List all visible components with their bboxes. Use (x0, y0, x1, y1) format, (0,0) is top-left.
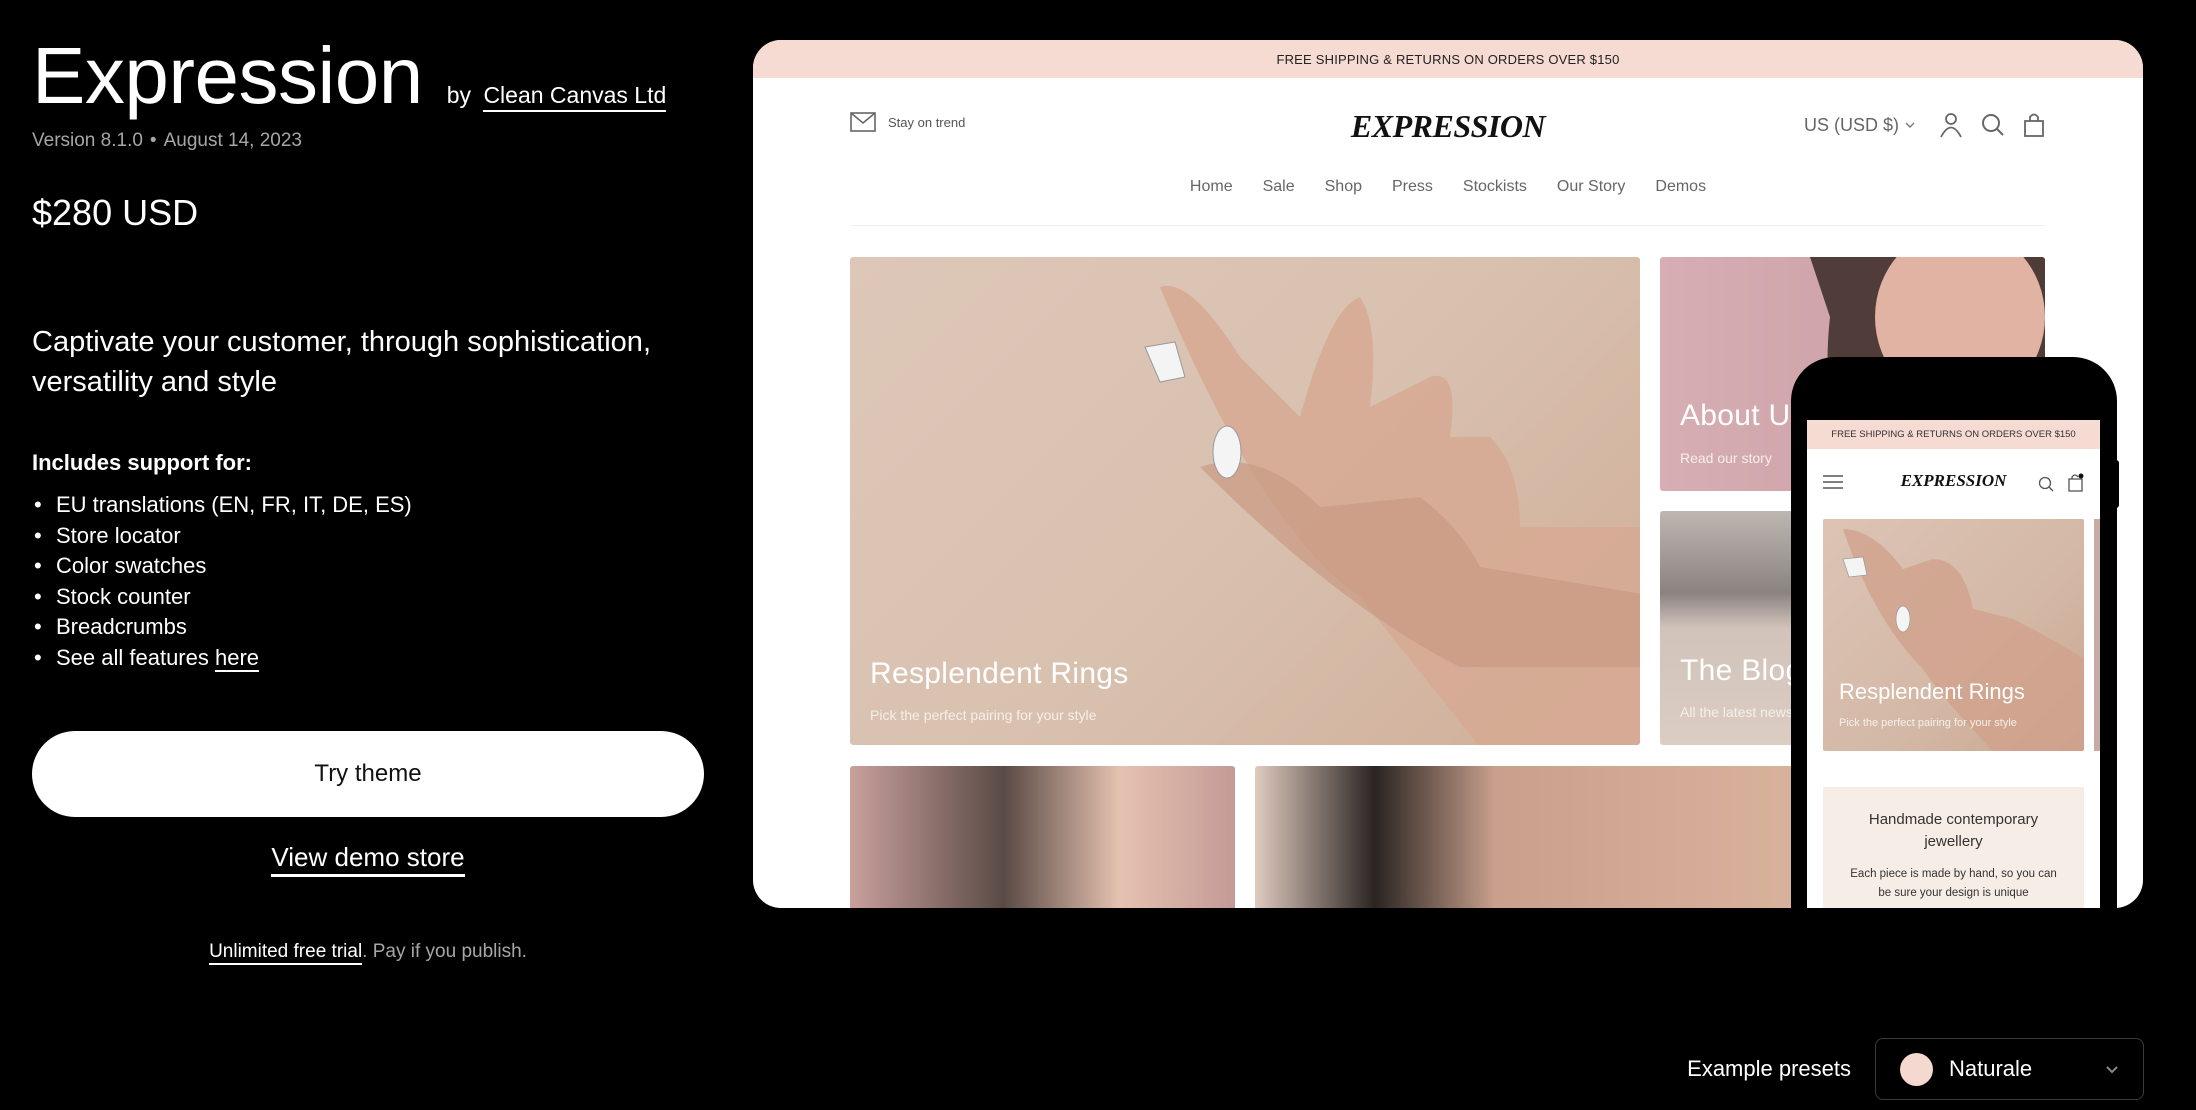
title-row: Expression by Clean Canvas Ltd (32, 31, 667, 120)
cart-icon[interactable] (2068, 473, 2084, 493)
cart-icon[interactable] (2023, 112, 2045, 138)
nav-item-sale[interactable]: Sale (1263, 178, 1295, 196)
mobile-next-slide-peek (2094, 519, 2100, 751)
tile-resplendent-rings[interactable]: Resplendent Rings Pick the perfect pairi… (850, 257, 1640, 745)
try-theme-button[interactable]: Try theme (32, 731, 704, 817)
nav-item-stockists[interactable]: Stockists (1463, 178, 1527, 196)
see-all-text: See all features (56, 644, 209, 670)
nav-item-shop[interactable]: Shop (1325, 178, 1362, 196)
mobile-card-title: Handmade contemporary jewellery (1868, 811, 2039, 850)
trial-note: Unlimited free trial. Pay if you publish… (32, 941, 704, 965)
nav-item-home[interactable]: Home (1190, 178, 1233, 196)
version-meta: Version 8.1.0 • August 14, 2023 (32, 130, 302, 152)
free-trial-link[interactable]: Unlimited free trial (209, 941, 363, 965)
search-icon[interactable] (1981, 113, 2005, 137)
theme-title: Expression (32, 31, 423, 120)
search-icon[interactable] (2038, 476, 2054, 492)
preset-swatch (1900, 1052, 1933, 1086)
preset-dropdown[interactable]: Naturale (1875, 1038, 2144, 1100)
nav-item-our-story[interactable]: Our Story (1557, 178, 1625, 196)
preset-selected-value: Naturale (1949, 1056, 2033, 1081)
currency-value: US (USD $) (1803, 114, 1899, 135)
announcement-bar: FREE SHIPPING & RETURNS ON ORDERS OVER $… (753, 40, 2143, 78)
mobile-hero-title: Resplendent Rings (1839, 679, 2025, 704)
by-prefix: by (446, 82, 472, 108)
mobile-hero-tile[interactable]: Resplendent Rings Pick the perfect pairi… (1823, 519, 2084, 751)
device-side-button (2113, 460, 2119, 508)
view-demo-store-link[interactable]: View demo store (271, 842, 465, 877)
store-header: Stay on trend EXPRESSION US (USD $) (753, 78, 2143, 178)
demo-link-row: View demo store (32, 842, 704, 877)
author-link[interactable]: Clean Canvas Ltd (483, 82, 667, 112)
author-line: by Clean Canvas Ltd (446, 82, 667, 112)
mobile-hero-subtitle: Pick the perfect pairing for your style (1839, 717, 2017, 729)
mobile-card-text: Each piece is made by hand, so you can b… (1850, 868, 2057, 899)
price: $280 USD (32, 192, 199, 233)
tile-title: Resplendent Rings (870, 657, 1129, 690)
feature-list: EU translations (EN, FR, IT, DE, ES) Sto… (32, 490, 412, 673)
see-all-features-link[interactable]: here (215, 644, 260, 672)
feature-item: Store locator (32, 521, 412, 552)
account-icon[interactable] (1939, 112, 1963, 138)
header-divider (850, 225, 2046, 226)
tile-subtitle: Pick the perfect pairing for your style (870, 707, 1097, 723)
tile-title: About Us (1680, 399, 1806, 432)
store-nav: Home Sale Shop Press Stockists Our Story… (753, 178, 2143, 196)
mobile-announcement-bar: FREE SHIPPING & RETURNS ON ORDERS OVER $… (1807, 420, 2100, 449)
tagline: Captivate your customer, through sophist… (32, 326, 651, 398)
tile-subtitle: Read our story (1680, 450, 1772, 466)
trial-suffix: . Pay if you publish. (362, 941, 527, 962)
version: Version 8.1.0 (32, 130, 143, 151)
hands-image (1144, 285, 1640, 745)
feature-item: Stock counter (32, 582, 412, 613)
tile-title: The Blog (1680, 654, 1803, 687)
feature-item: Color swatches (32, 551, 412, 582)
mobile-preview: FREE SHIPPING & RETURNS ON ORDERS OVER $… (1807, 420, 2100, 908)
example-presets: Example presets Naturale (1687, 1038, 2144, 1100)
tile-earrings-image[interactable] (850, 766, 1235, 908)
nav-item-demos[interactable]: Demos (1655, 178, 1706, 196)
includes-heading: Includes support for: (32, 450, 252, 475)
release-date: August 14, 2023 (163, 130, 302, 151)
mobile-header: EXPRESSION (1807, 449, 2100, 519)
mobile-intro-card: Handmade contemporary jewellery Each pie… (1823, 787, 2084, 908)
separator-dot: • (149, 130, 157, 151)
tile-subtitle: All the latest news (1680, 704, 1793, 720)
header-actions: US (USD $) (1804, 112, 2045, 138)
presets-label: Example presets (1687, 1056, 1851, 1081)
mobile-store-logo[interactable]: EXPRESSION (1807, 471, 2100, 491)
nav-item-press[interactable]: Press (1392, 178, 1433, 196)
chevron-down-icon (1905, 122, 1915, 128)
currency-selector[interactable]: US (USD $) (1804, 115, 1915, 136)
feature-item: Breadcrumbs (32, 612, 412, 643)
chevron-down-icon (2106, 1065, 2118, 1073)
feature-item: EU translations (EN, FR, IT, DE, ES) (32, 490, 412, 521)
feature-item-see-all: See all features here (32, 643, 412, 674)
